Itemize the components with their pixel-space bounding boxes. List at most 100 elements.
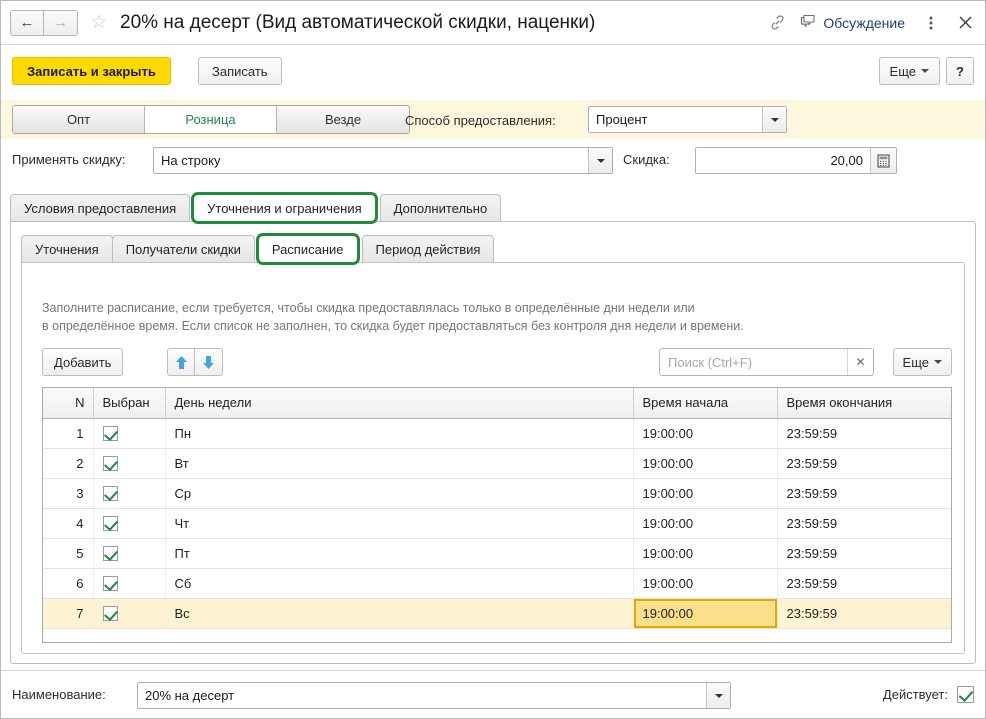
tab-utochneniya[interactable]: Уточнения [21,235,113,263]
cell-checkbox[interactable] [93,538,166,569]
segment-vezde[interactable]: Везде [277,106,409,133]
cell-start[interactable]: 19:00:00 [633,478,778,509]
row-checkbox[interactable] [102,486,118,502]
column-header-vremya-nachala[interactable]: Время начала [633,388,778,419]
segment-roznica[interactable]: Розница [145,106,277,133]
tab-period-deystviya[interactable]: Период действия [361,235,495,263]
discussion-button[interactable]: Обсуждение [800,14,905,31]
cell-start[interactable]: 19:00:00 [633,568,778,599]
kebab-menu-icon[interactable] [917,15,945,31]
chevron-down-icon[interactable] [706,683,730,708]
table-row[interactable]: 3 Ср 19:00:00 23:59:59 [43,478,951,509]
star-icon[interactable]: ☆ [84,11,114,34]
cell-day[interactable]: Пн [165,418,634,449]
calculator-icon[interactable] [870,148,896,173]
chat-bubble-icon [800,14,816,31]
title-bar-actions: Обсуждение [760,1,985,45]
list-more-menu-button[interactable]: Еще [892,348,952,376]
cell-checkbox[interactable] [93,568,166,599]
row-checkbox[interactable] [102,516,118,532]
arrow-down-icon[interactable] [195,348,223,376]
chevron-down-icon [934,360,942,364]
column-header-n[interactable]: N [43,388,94,419]
cell-end[interactable]: 23:59:59 [777,508,951,539]
cell-start[interactable]: 19:00:00 [633,448,778,479]
cell-start-selected[interactable]: 19:00:00 [633,598,778,629]
cell-day[interactable]: Сб [165,568,634,599]
cell-day[interactable]: Вс [165,598,634,629]
cell-end[interactable]: 23:59:59 [777,418,951,449]
cell-checkbox[interactable] [93,508,166,539]
tab-dopolnitelno[interactable]: Дополнительно [379,194,502,222]
link-icon[interactable] [760,14,794,31]
sposob-value[interactable]: Процент [589,107,762,132]
column-header-den-nedeli[interactable]: День недели [165,388,634,419]
cell-n: 6 [43,568,94,599]
cell-end[interactable]: 23:59:59 [777,478,951,509]
row-checkbox[interactable] [102,546,118,562]
column-header-vremya-okonchaniya[interactable]: Время окончания [777,388,951,419]
deystvuet-checkbox[interactable] [957,686,974,703]
search-input[interactable] [660,349,847,375]
primenyat-value[interactable]: На строку [154,148,588,173]
cell-checkbox[interactable] [93,418,166,449]
help-button[interactable]: ? [946,57,974,85]
table-row[interactable]: 6 Сб 19:00:00 23:59:59 [43,568,951,599]
cell-n: 5 [43,538,94,569]
tab-usloviya-predostavleniya[interactable]: Условия предоставления [10,194,191,222]
cell-day[interactable]: Чт [165,508,634,539]
list-toolbar: Добавить ✕ Еще [42,348,952,378]
skidka-value[interactable]: 20,00 [696,148,870,173]
column-header-vybran[interactable]: Выбран [93,388,166,419]
table-row-selected[interactable]: 7 Вс 19:00:00 23:59:59 [43,598,951,629]
table-row[interactable]: 5 Пт 19:00:00 23:59:59 [43,538,951,569]
cell-checkbox[interactable] [93,598,166,629]
cell-n: 3 [43,478,94,509]
more-menu-button[interactable]: Еще [878,57,940,85]
cell-day[interactable]: Вт [165,448,634,479]
table-row[interactable]: 2 Вт 19:00:00 23:59:59 [43,448,951,479]
arrow-up-icon[interactable] [167,348,195,376]
naimenovanie-combobox[interactable]: 20% на десерт [137,682,731,709]
forward-icon[interactable]: → [44,9,78,36]
cell-day[interactable]: Пт [165,538,634,569]
deystvuet-group: Действует: [883,686,974,703]
save-button[interactable]: Записать [198,57,282,85]
save-and-close-button[interactable]: Записать и закрыть [12,57,171,85]
row-checkbox[interactable] [102,606,118,622]
cell-checkbox[interactable] [93,448,166,479]
cell-end[interactable]: 23:59:59 [777,538,951,569]
clear-x-icon[interactable]: ✕ [847,349,873,375]
bottom-bar: Наименование: 20% на десерт Действует: [1,670,985,718]
skidka-field[interactable]: 20,00 [695,147,897,174]
cell-end[interactable]: 23:59:59 [777,448,951,479]
row-checkbox[interactable] [102,576,118,592]
tab-poluchateli-skidki[interactable]: Получатели скидки [111,235,255,263]
close-icon[interactable] [945,15,985,30]
chevron-down-icon[interactable] [762,107,786,132]
table-row[interactable]: 1 Пн 19:00:00 23:59:59 [43,418,951,449]
cell-end[interactable]: 23:59:59 [777,568,951,599]
row-checkbox[interactable] [102,426,118,442]
cell-checkbox[interactable] [93,478,166,509]
chevron-down-icon[interactable] [588,148,612,173]
back-icon[interactable]: ← [10,9,44,36]
sposob-combobox[interactable]: Процент [588,106,787,133]
cell-end[interactable]: 23:59:59 [777,598,951,629]
cell-start[interactable]: 19:00:00 [633,538,778,569]
navigation-buttons: ← → [10,9,78,36]
naimenovanie-value[interactable]: 20% на десерт [138,683,706,708]
search-box[interactable]: ✕ [659,348,874,376]
tab-raspisanie[interactable]: Расписание [255,233,360,265]
table-row[interactable]: 4 Чт 19:00:00 23:59:59 [43,508,951,539]
primenyat-combobox[interactable]: На строку [153,147,613,174]
table-header-row: N Выбран День недели Время начала Время … [43,388,951,419]
cell-start[interactable]: 19:00:00 [633,418,778,449]
tab-utochneniya-i-ogranicheniya[interactable]: Уточнения и ограничения [191,192,378,224]
row-checkbox[interactable] [102,456,118,472]
cell-day[interactable]: Ср [165,478,634,509]
schedule-table: N Выбран День недели Время начала Время … [42,387,952,643]
add-button[interactable]: Добавить [42,348,124,376]
cell-start[interactable]: 19:00:00 [633,508,778,539]
segment-opt[interactable]: Опт [13,106,145,133]
